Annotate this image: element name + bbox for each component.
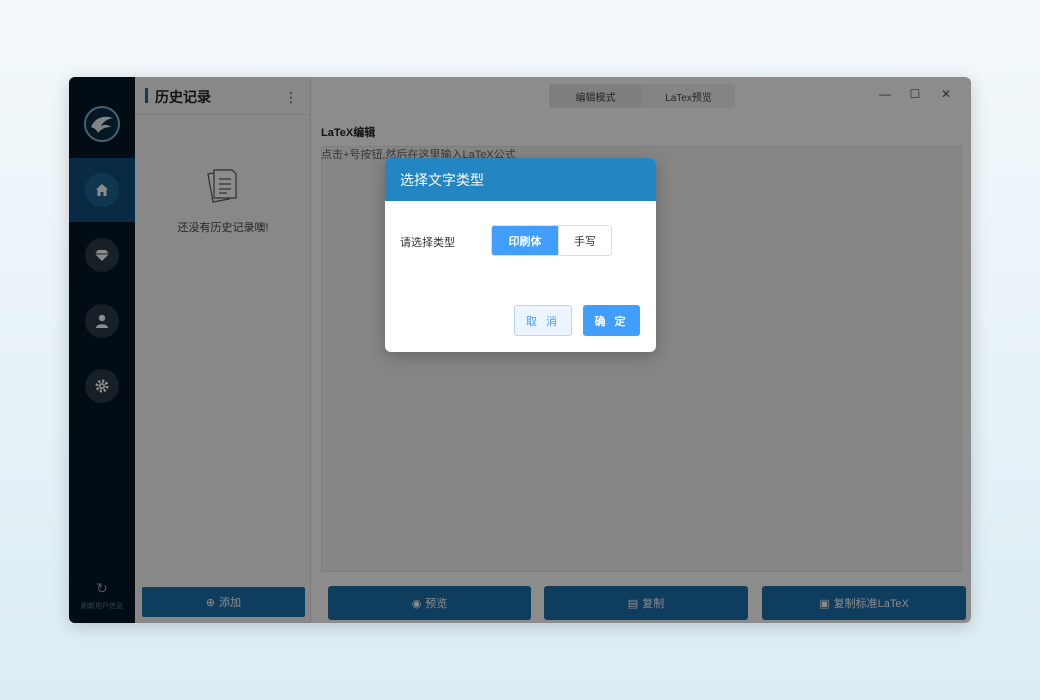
dialog-title: 选择文字类型 [385, 158, 656, 201]
select-text-type-dialog: 选择文字类型 请选择类型 印刷体 手写 取 消 确 定 [385, 158, 656, 352]
type-prompt: 请选择类型 [400, 237, 455, 249]
cancel-button[interactable]: 取 消 [514, 305, 572, 336]
option-printed[interactable]: 印刷体 [492, 226, 558, 255]
text-type-selector: 印刷体 手写 [491, 225, 612, 256]
confirm-button[interactable]: 确 定 [583, 305, 640, 336]
option-handwritten[interactable]: 手写 [558, 226, 611, 255]
